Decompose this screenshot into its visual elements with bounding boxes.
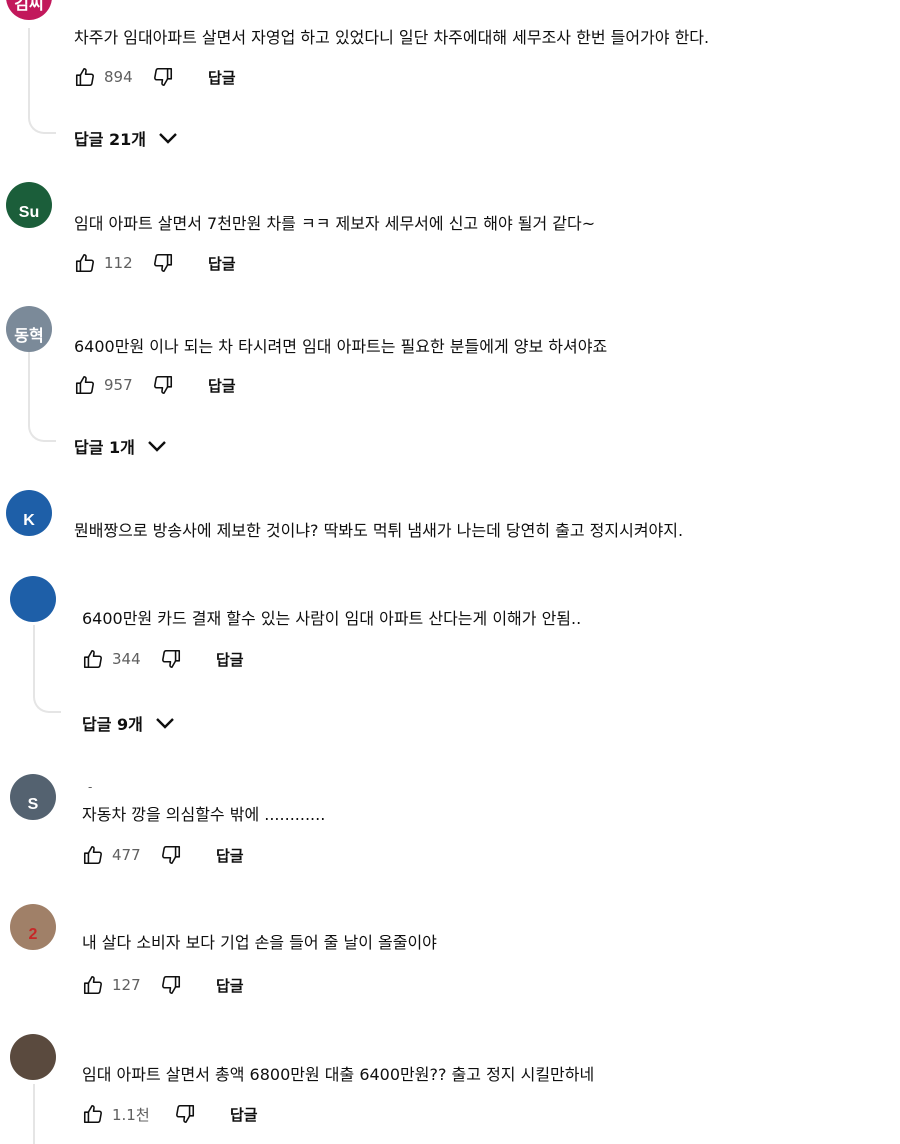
chevron-down-icon (148, 441, 166, 452)
comment-text: 6400만원 이나 되는 차 타시려면 임대 아파트는 필요한 분들에게 양보 … (74, 337, 608, 356)
comment-actions: 112 답글 (74, 250, 236, 276)
avatar-initials: K (23, 512, 35, 529)
commenter-avatar[interactable]: K (6, 490, 52, 536)
comment-actions: 477 답글 (82, 842, 244, 868)
reply-button[interactable]: 답글 (216, 649, 244, 670)
comment-text: 뭔배짱으로 방송사에 제보한 것이냐? 딱봐도 먹튀 냄새가 나는데 당연히 출… (74, 521, 684, 540)
replies-count: 답글 1개 (74, 438, 135, 457)
comment-text: 임대 아파트 살면서 7천만원 차를 ㅋㅋ 제보자 세무서에 신고 해야 될거 … (74, 214, 596, 233)
username-fragment: - (88, 780, 93, 794)
like-count: 1.1천 (112, 1105, 150, 1124)
thumbs-down-icon[interactable] (152, 374, 174, 396)
like-count: 344 (112, 650, 141, 668)
like-count: 477 (112, 846, 141, 864)
comment-text: 임대 아파트 살면서 총액 6800만원 대출 6400만원?? 출고 정지 시… (82, 1065, 595, 1084)
avatar-initials: Su (18, 204, 40, 221)
comment-actions: 957 답글 (74, 372, 236, 398)
comment-text: 자동차 깡을 의심할수 밖에 ............ (82, 805, 326, 824)
reply-thread-line (33, 625, 61, 713)
view-replies-button[interactable]: 답글 1개 (74, 433, 167, 459)
comment-text: 내 살다 소비자 보다 기업 손을 들어 줄 날이 올줄이야 (82, 933, 437, 952)
commenter-avatar[interactable]: Su (6, 182, 52, 228)
like-count: 894 (104, 68, 133, 86)
commenter-avatar[interactable]: 2 (10, 904, 56, 950)
thumbs-up-icon[interactable] (82, 974, 104, 996)
replies-count: 답글 21개 (74, 130, 146, 149)
commenter-avatar[interactable]: 동혁 (6, 306, 52, 352)
commenter-avatar[interactable] (10, 576, 56, 622)
chevron-down-icon (156, 718, 174, 729)
reply-button[interactable]: 답글 (216, 845, 244, 866)
thumbs-down-icon[interactable] (152, 252, 174, 274)
reply-button[interactable]: 답글 (216, 975, 244, 996)
thumbs-down-icon[interactable] (160, 974, 182, 996)
comment-text: 6400만원 카드 결재 할수 있는 사람이 임대 아파트 산다는게 이해가 안… (82, 609, 582, 628)
thumbs-up-icon[interactable] (74, 252, 96, 274)
avatar-initials: 동혁 (14, 328, 44, 345)
comment-actions: 894 답글 (74, 64, 236, 90)
thumbs-up-icon[interactable] (82, 1103, 104, 1125)
like-count: 957 (104, 376, 133, 394)
comment-actions: 127 답글 (82, 972, 244, 998)
thumbs-down-icon[interactable] (160, 648, 182, 670)
commenter-avatar[interactable]: S (10, 774, 56, 820)
reply-thread-line (33, 1084, 37, 1144)
comment-actions: 1.1천 답글 (82, 1101, 258, 1127)
thumbs-up-icon[interactable] (82, 648, 104, 670)
thumbs-down-icon[interactable] (160, 844, 182, 866)
commenter-avatar[interactable] (10, 1034, 56, 1080)
avatar-initials: S (27, 796, 39, 813)
comment-actions: 344 답글 (82, 646, 244, 672)
like-count: 112 (104, 254, 133, 272)
reply-button[interactable]: 답글 (208, 67, 236, 88)
view-replies-button[interactable]: 답글 21개 (74, 125, 178, 151)
reply-button[interactable]: 답글 (208, 253, 236, 274)
reply-button[interactable]: 답글 (230, 1104, 258, 1125)
reply-button[interactable]: 답글 (208, 375, 236, 396)
thumbs-up-icon[interactable] (74, 66, 96, 88)
reply-thread-line (28, 352, 56, 442)
thumbs-down-icon[interactable] (174, 1103, 196, 1125)
avatar-initials: 2 (28, 926, 38, 943)
comment-text: 차주가 임대아파트 살면서 자영업 하고 있었다니 일단 차주에대해 세무조사 … (74, 28, 710, 47)
avatar-initials: 김씨 (14, 0, 44, 13)
commenter-avatar[interactable]: 김씨 (6, 0, 52, 20)
chevron-down-icon (159, 133, 177, 144)
like-count: 127 (112, 976, 141, 994)
thumbs-up-icon[interactable] (82, 844, 104, 866)
reply-thread-line (28, 28, 56, 134)
thumbs-down-icon[interactable] (152, 66, 174, 88)
replies-count: 답글 9개 (82, 715, 143, 734)
thumbs-up-icon[interactable] (74, 374, 96, 396)
view-replies-button[interactable]: 답글 9개 (82, 710, 175, 736)
